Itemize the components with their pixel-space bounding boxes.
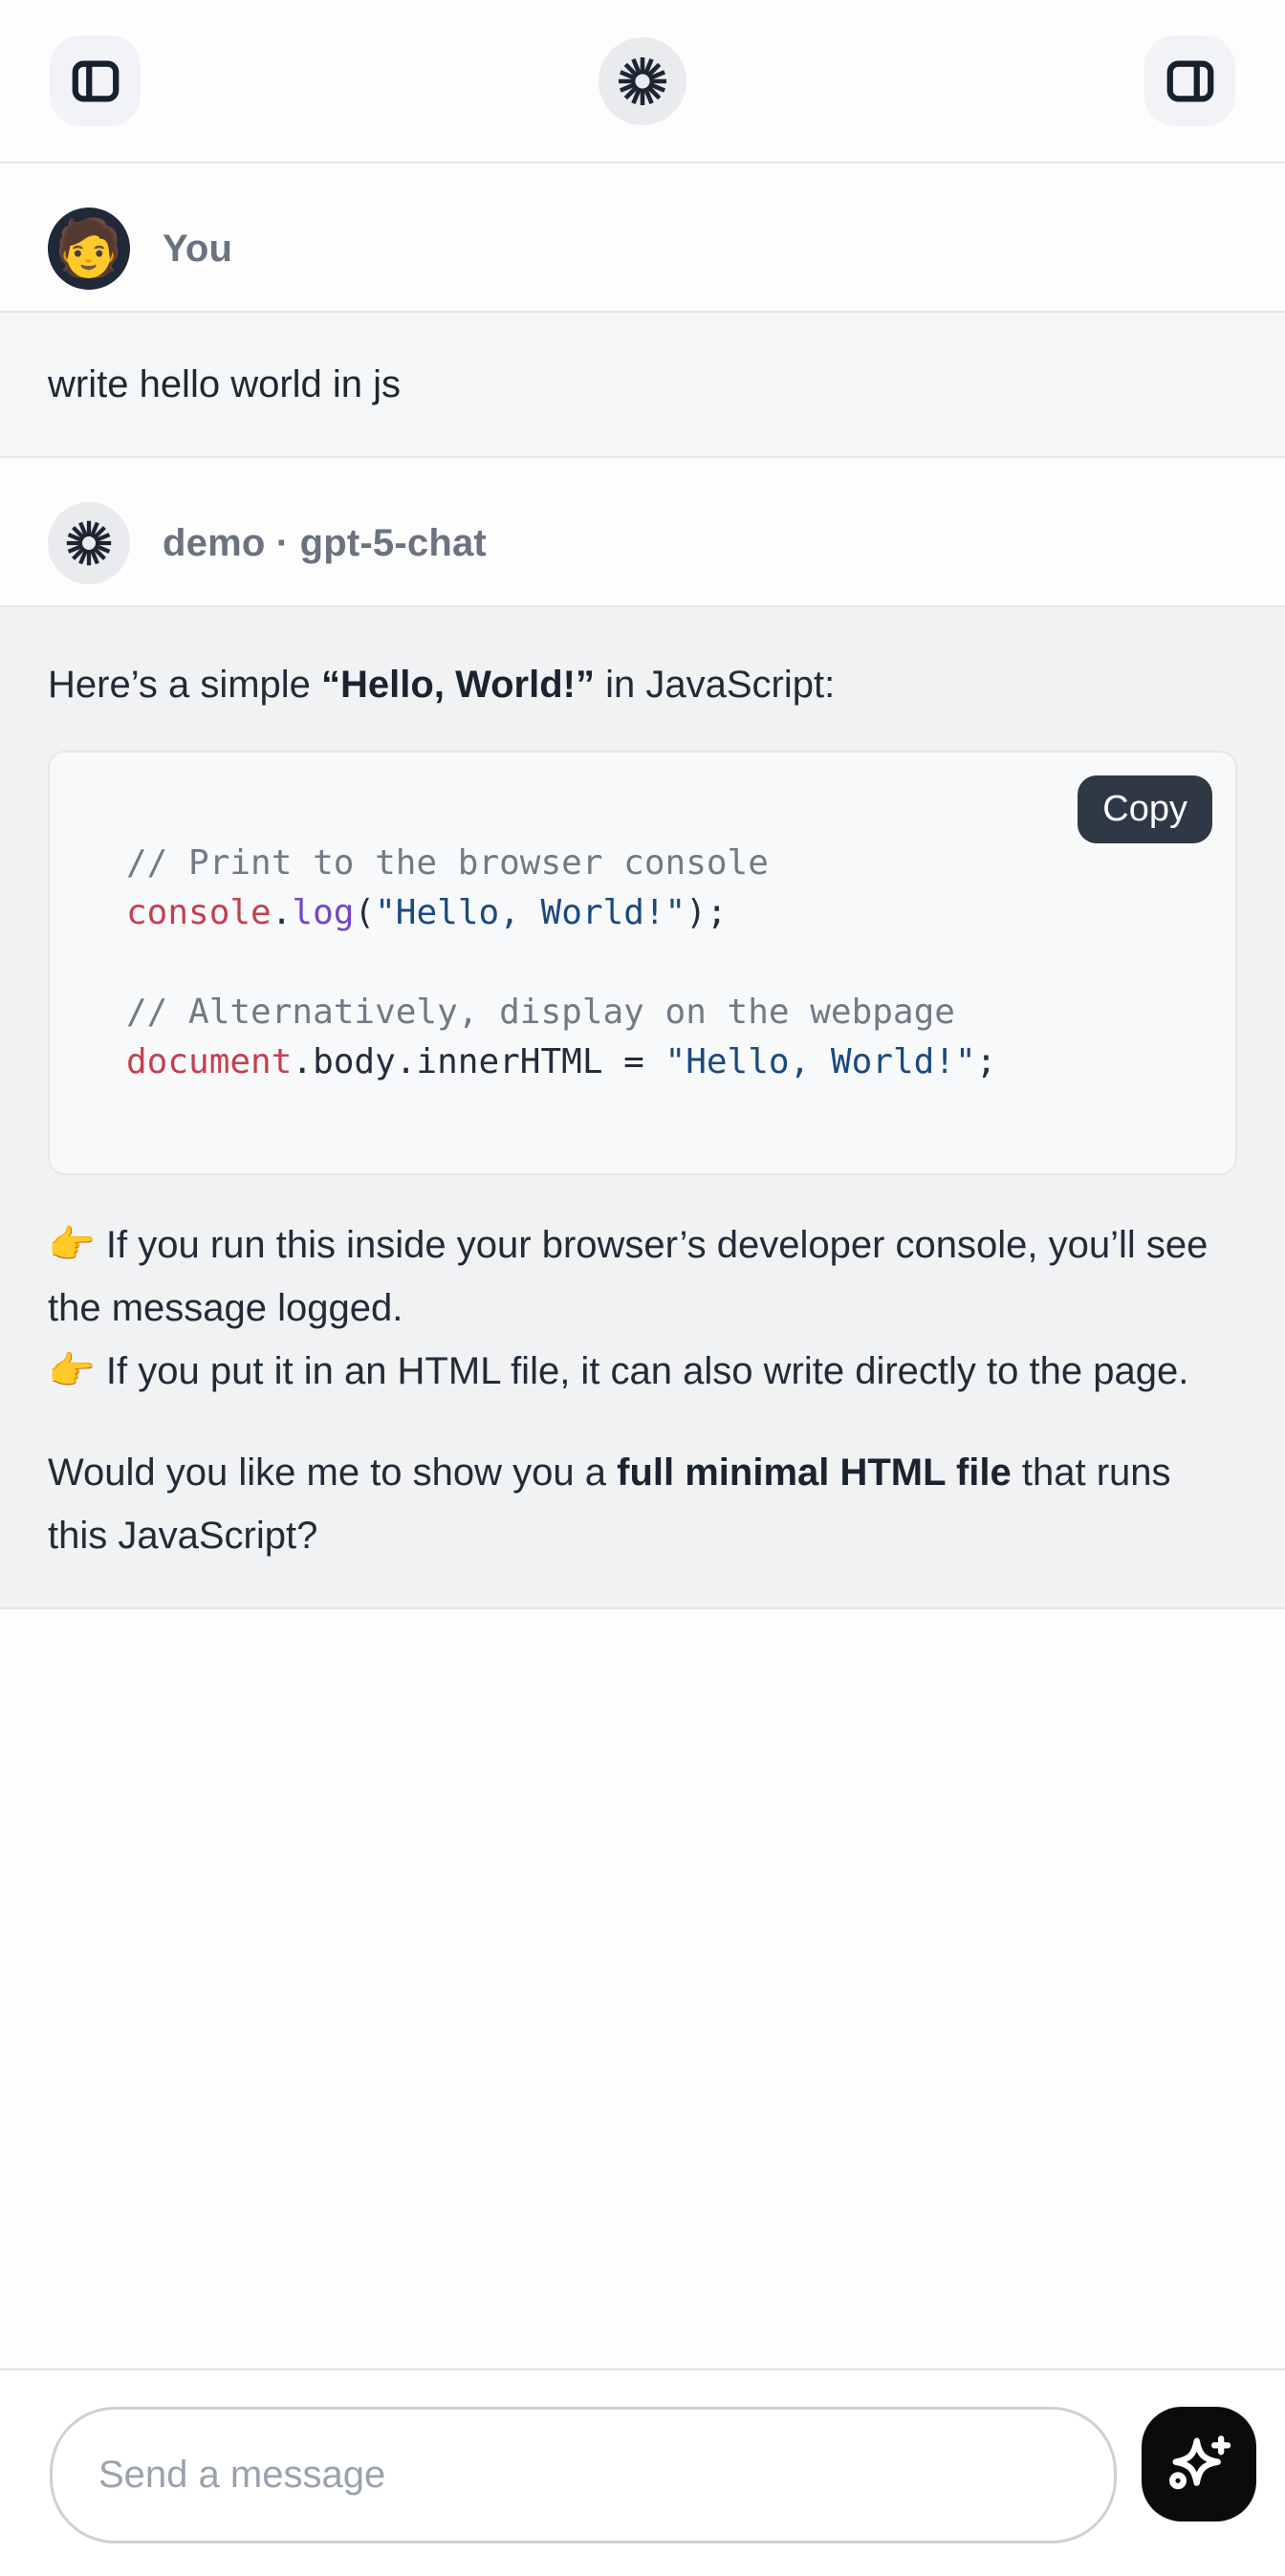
assistant-avatar — [48, 502, 130, 584]
note-line: 👉 If you put it in an HTML file, it can … — [48, 1340, 1237, 1403]
assistant-closing-text: Would you like me to show you a full min… — [48, 1441, 1237, 1567]
top-bar — [0, 0, 1285, 164]
right-panel-toggle-button[interactable] — [1144, 35, 1235, 126]
assistant-intro-text: Here’s a simple “Hello, World!” in JavaS… — [48, 653, 1237, 716]
assistant-message-band: Here’s a simple “Hello, World!” in JavaS… — [0, 605, 1285, 1609]
user-name-label: You — [163, 228, 232, 271]
assistant-model-label: demo · gpt-5-chat — [163, 522, 487, 565]
message-input[interactable]: Send a message — [50, 2407, 1117, 2543]
composer-bar: Send a message — [0, 2369, 1285, 2576]
code-content: // Print to the browser consoleconsole.l… — [50, 753, 1235, 1173]
sidebar-toggle-button[interactable] — [50, 35, 141, 126]
assistant-turn-header: demo · gpt-5-chat — [0, 458, 1285, 605]
copy-button[interactable]: Copy — [1078, 775, 1212, 843]
user-message-band: write hello world in js — [0, 311, 1285, 458]
user-turn-header: 🧑 You — [0, 164, 1285, 311]
chat-app: 🧑 You write hello world in js demo · gpt… — [0, 0, 1285, 2576]
panel-right-icon — [1165, 55, 1216, 107]
user-message-text: write hello world in js — [48, 361, 1237, 407]
user-turn: 🧑 You write hello world in js — [0, 164, 1285, 458]
starburst-icon — [64, 518, 114, 568]
input-placeholder: Send a message — [98, 2454, 385, 2497]
panel-left-icon — [70, 55, 121, 107]
assistant-notes-text: 👉 If you run this inside your browser’s … — [48, 1213, 1237, 1403]
assistant-turn: demo · gpt-5-chat Here’s a simple “Hello… — [0, 458, 1285, 1609]
person-emoji: 🧑 — [54, 221, 123, 276]
starburst-icon — [616, 55, 669, 108]
send-button[interactable] — [1142, 2407, 1256, 2521]
user-avatar: 🧑 — [48, 207, 130, 290]
app-logo — [599, 37, 686, 125]
chat-scroll-area: 🧑 You write hello world in js demo · gpt… — [0, 164, 1285, 2369]
code-block: Copy // Print to the browser consolecons… — [48, 751, 1237, 1175]
note-line: 👉 If you run this inside your browser’s … — [48, 1213, 1237, 1340]
sparkles-icon — [1164, 2429, 1234, 2500]
